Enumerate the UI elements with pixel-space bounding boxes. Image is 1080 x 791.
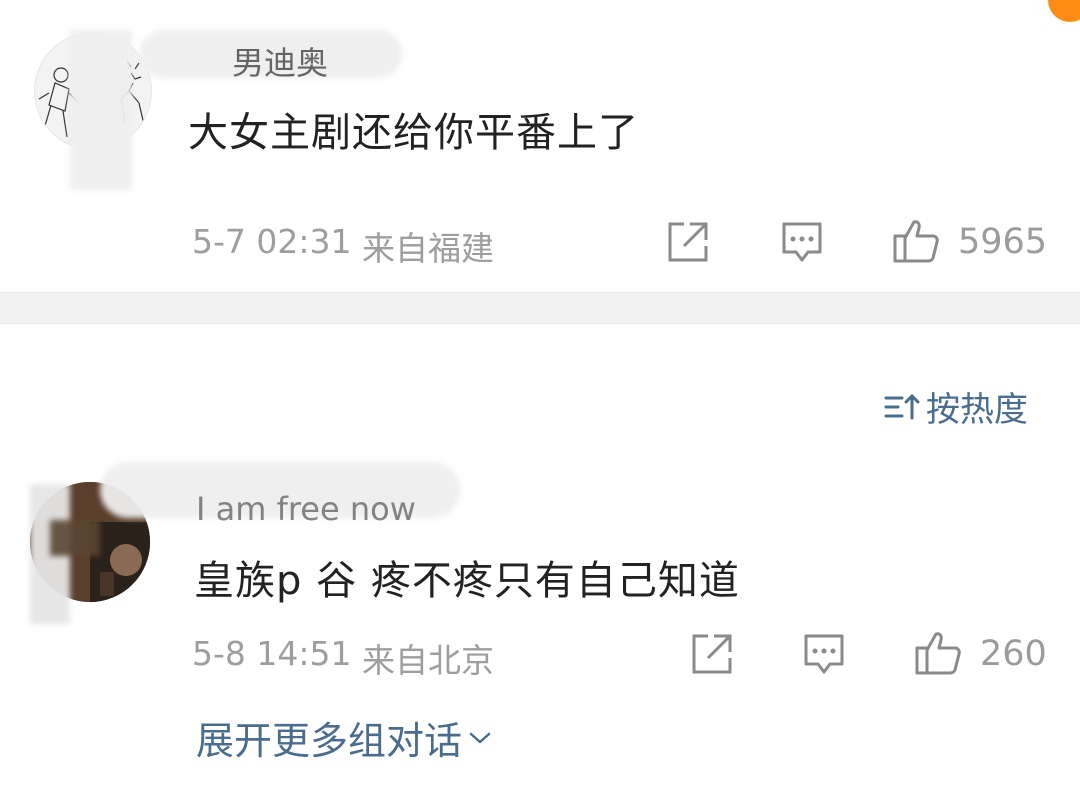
share-icon[interactable] xyxy=(690,632,734,676)
sort-label: 按热度 xyxy=(926,390,1028,430)
thumbs-up-icon[interactable] xyxy=(914,630,962,676)
comment-text: 皇族p 谷 疼不疼只有自己知道 xyxy=(194,558,740,604)
section-divider xyxy=(0,292,1080,324)
username[interactable]: I am free now xyxy=(196,490,416,528)
expand-more-conversations-link[interactable]: 展开更多组对话 xyxy=(196,710,492,765)
comment-location: 来自福建 xyxy=(362,229,494,268)
like-count: 5965 xyxy=(958,222,1048,262)
sort-by-heat-button[interactable]: 按热度 xyxy=(884,382,1028,431)
expand-label: 展开更多组对话 xyxy=(196,719,463,763)
reply-icon[interactable] xyxy=(802,632,846,676)
sort-icon xyxy=(884,392,920,422)
comment-item: 男迪奥 大女主剧还给你平番上了 5-7 02:31 来自福建 5965 xyxy=(0,0,1080,292)
share-icon[interactable] xyxy=(666,220,710,264)
like-count: 260 xyxy=(980,634,1047,674)
chevron-down-icon xyxy=(468,730,492,746)
username[interactable]: 男迪奥 xyxy=(232,38,328,84)
comment-location: 来自北京 xyxy=(362,641,494,680)
thumbs-up-icon[interactable] xyxy=(892,218,940,264)
privacy-blur xyxy=(70,30,132,190)
reply-icon[interactable] xyxy=(780,220,824,264)
comment-text: 大女主剧还给你平番上了 xyxy=(188,110,639,156)
comment-time: 5-8 14:51 xyxy=(192,634,352,673)
privacy-blur xyxy=(50,520,100,556)
comment-time: 5-7 02:31 xyxy=(192,222,352,261)
